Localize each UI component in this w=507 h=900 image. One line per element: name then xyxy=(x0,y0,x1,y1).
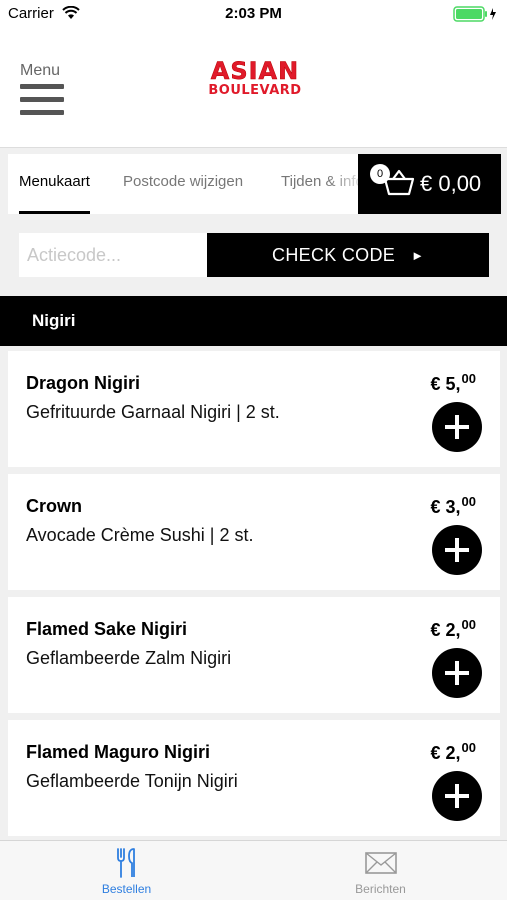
price-main: € 3, xyxy=(430,497,461,517)
tab-bar-label: Berichten xyxy=(355,882,406,896)
add-to-cart-button[interactable] xyxy=(432,771,482,821)
price-cents: 00 xyxy=(461,494,476,509)
product-name: Flamed Maguro Nigiri xyxy=(26,742,211,762)
product-price: € 2,00 xyxy=(431,740,477,764)
check-code-button[interactable]: CHECK CODE ► xyxy=(207,233,489,277)
cart-count-badge: 0 xyxy=(370,164,390,184)
price-cents: 00 xyxy=(461,371,476,386)
price-cents: 00 xyxy=(461,740,476,755)
product-price: € 3,00 xyxy=(431,494,477,518)
product-name: Flamed Sake Nigiri xyxy=(26,619,188,639)
product-name: Crown xyxy=(26,496,82,516)
tab-menukaart[interactable]: Menukaart xyxy=(19,154,90,214)
logo-line2: BOULEVARD xyxy=(208,83,302,98)
tab-postcode-wijzigen[interactable]: Postcode wijzigen xyxy=(123,154,243,214)
hamburger-icon xyxy=(20,84,64,116)
product-card[interactable]: Crown Avocade Crème Sushi | 2 st. € 3,00 xyxy=(8,474,500,590)
product-description: Avocade Crème Sushi | 2 st. xyxy=(26,525,254,545)
product-card[interactable]: Dragon Nigiri Gefrituurde Garnaal Nigiri… xyxy=(8,351,500,467)
price-main: € 2, xyxy=(430,620,461,640)
envelope-icon xyxy=(364,852,397,874)
battery-icon xyxy=(453,6,496,22)
logo: ASIAN BOULEVARD xyxy=(205,58,305,108)
tab-bar-label: Bestellen xyxy=(101,882,152,896)
cart-button[interactable]: 0 € 0,00 xyxy=(358,154,501,214)
tab-berichten[interactable]: Berichten xyxy=(254,841,507,900)
cart-total: € 0,00 xyxy=(420,171,482,196)
price-main: € 5, xyxy=(430,374,461,394)
product-card[interactable]: Flamed Maguro Nigiri Geflambeerde Tonijn… xyxy=(8,720,500,836)
app-header: Menu ASIAN BOULEVARD xyxy=(0,28,507,148)
product-price: € 5,00 xyxy=(431,371,477,395)
add-to-cart-button[interactable] xyxy=(432,525,482,575)
status-time: 2:03 PM xyxy=(225,5,282,22)
play-icon: ► xyxy=(411,247,424,263)
check-code-label: CHECK CODE xyxy=(272,244,396,265)
product-card[interactable]: Flamed Sake Nigiri Geflambeerde Zalm Nig… xyxy=(8,597,500,713)
section-header: Nigiri xyxy=(0,296,507,346)
product-description: Gefrituurde Garnaal Nigiri | 2 st. xyxy=(26,402,280,422)
logo-line1: ASIAN xyxy=(210,57,300,85)
menu-label: Menu xyxy=(20,62,61,79)
product-name: Dragon Nigiri xyxy=(26,373,141,393)
product-description: Geflambeerde Zalm Nigiri xyxy=(26,648,232,668)
product-price: € 2,00 xyxy=(431,617,477,641)
price-main: € 2, xyxy=(430,743,461,763)
menu-button[interactable]: Menu xyxy=(20,62,70,122)
add-to-cart-button[interactable] xyxy=(432,648,482,698)
price-cents: 00 xyxy=(461,617,476,632)
action-code-input[interactable] xyxy=(19,233,207,277)
fork-knife-icon xyxy=(116,848,135,878)
product-description: Geflambeerde Tonijn Nigiri xyxy=(26,771,238,791)
status-bar: Carrier 2:03 PM xyxy=(0,0,507,28)
bottom-tab-bar: Bestellen Berichten xyxy=(0,840,507,900)
add-to-cart-button[interactable] xyxy=(432,402,482,452)
tab-bestellen[interactable]: Bestellen xyxy=(0,841,253,900)
